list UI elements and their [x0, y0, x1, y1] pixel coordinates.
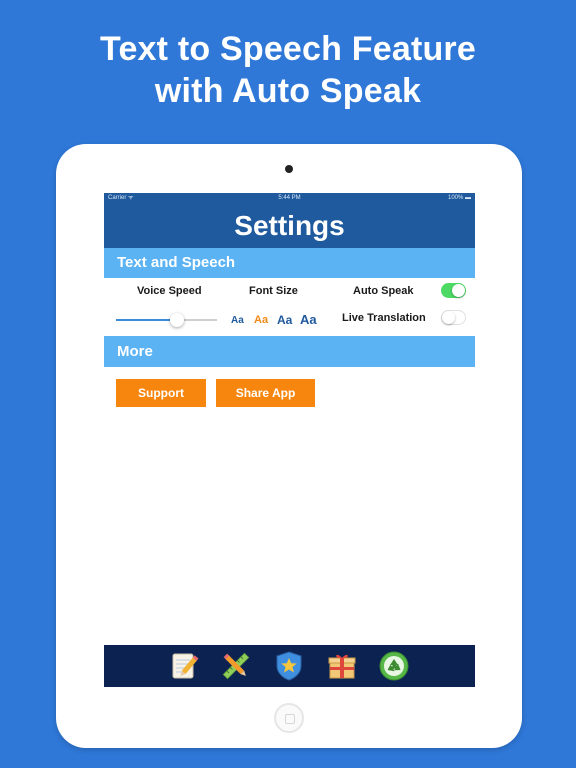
- font-size-option-3[interactable]: Aa: [277, 313, 292, 327]
- voice-speed-slider[interactable]: [116, 319, 217, 321]
- voice-speed-label: Voice Speed: [137, 285, 202, 297]
- toggle-knob: [452, 284, 465, 297]
- page-title: Settings: [234, 210, 345, 241]
- tab-bar: [104, 645, 475, 687]
- font-size-option-1[interactable]: Aa: [231, 315, 244, 326]
- section-header-text-speech: Text and Speech: [104, 248, 475, 278]
- live-translation-toggle[interactable]: [441, 310, 466, 325]
- star-shield-icon[interactable]: [273, 650, 305, 682]
- live-translation-label: Live Translation: [342, 312, 426, 324]
- headline-line-1: Text to Speech Feature: [100, 30, 476, 68]
- status-bar: Carrier ᯤ 5:44 PM 100% ▬: [104, 193, 475, 203]
- recycle-icon[interactable]: [378, 650, 410, 682]
- slider-fill: [116, 319, 177, 321]
- font-size-option-4[interactable]: Aa: [300, 312, 317, 327]
- section-header-more: More: [104, 336, 475, 367]
- headline-line-2: with Auto Speak: [154, 72, 422, 110]
- notepad-pencil-icon[interactable]: [168, 650, 200, 682]
- camera-icon: [285, 165, 293, 173]
- font-size-label: Font Size: [249, 285, 298, 297]
- font-size-option-2[interactable]: Aa: [254, 314, 268, 326]
- pencil-ruler-icon[interactable]: [220, 650, 252, 682]
- app-screen: Carrier ᯤ 5:44 PM 100% ▬ Settings Text a…: [104, 193, 475, 687]
- status-time: 5:44 PM: [278, 195, 301, 201]
- home-button[interactable]: [274, 703, 304, 733]
- auto-speak-label: Auto Speak: [353, 285, 414, 297]
- ipad-device-frame: Carrier ᯤ 5:44 PM 100% ▬ Settings Text a…: [56, 144, 522, 748]
- gift-box-icon[interactable]: [326, 650, 358, 682]
- toggle-knob: [442, 311, 455, 324]
- support-button[interactable]: Support: [116, 379, 206, 407]
- navigation-bar: Settings: [104, 203, 475, 248]
- battery-label: 100% ▬: [447, 195, 471, 201]
- promo-headline: Text to Speech Feature with Auto Speak: [0, 28, 576, 112]
- auto-speak-toggle[interactable]: [441, 283, 466, 298]
- share-app-button[interactable]: Share App: [216, 379, 315, 407]
- slider-thumb[interactable]: [169, 313, 184, 327]
